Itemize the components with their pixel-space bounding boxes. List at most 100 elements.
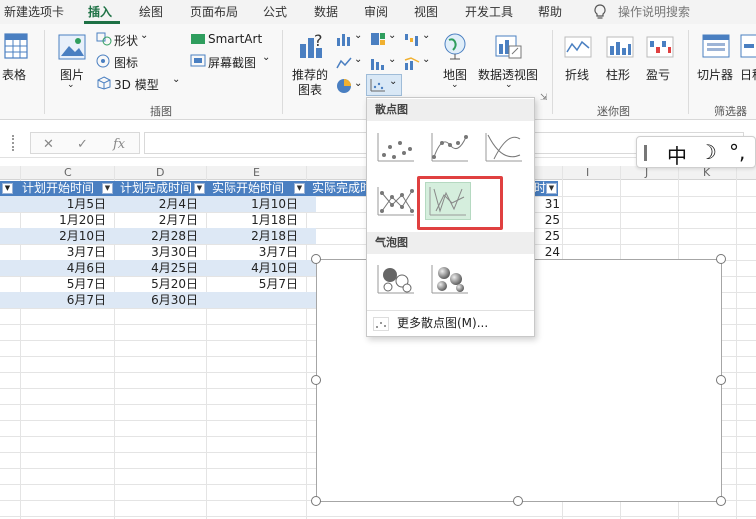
tell-me-search[interactable]: 操作说明搜索 <box>618 3 690 21</box>
scatter-chart-button[interactable]: ⌄ <box>366 74 402 96</box>
ime-drag-handle[interactable] <box>644 145 647 161</box>
hierarchy-chart-icon[interactable] <box>370 32 386 46</box>
table-cell[interactable]: 4月10日 <box>206 260 306 276</box>
table-cell[interactable]: 2月18日 <box>206 228 306 244</box>
chevron-down-icon[interactable]: ⌄ <box>451 80 459 90</box>
chevron-down-icon[interactable]: ⌄ <box>505 80 513 90</box>
table-cell[interactable]: 4月25日 <box>114 260 206 276</box>
line-chart-icon[interactable] <box>336 56 352 70</box>
slicer-icon[interactable] <box>702 34 730 58</box>
sparkline-line-button[interactable]: 折线 <box>565 66 589 83</box>
recommended-charts-icon[interactable]: ? <box>298 30 328 62</box>
globe-icon[interactable] <box>443 32 467 60</box>
cancel-icon[interactable]: ✕ <box>43 137 54 152</box>
sparkline-column-icon[interactable] <box>606 36 634 58</box>
chevron-down-icon[interactable]: ⌄ <box>388 30 396 41</box>
scatter-straight-markers-option[interactable] <box>373 182 419 220</box>
chevron-down-icon[interactable]: ⌄ <box>172 74 180 85</box>
enter-icon[interactable]: ✓ <box>77 137 88 152</box>
tab-draw[interactable]: 绘图 <box>139 3 163 21</box>
tab-page-layout[interactable]: 页面布局 <box>190 3 238 21</box>
3d-models-button[interactable]: 3D 模型 <box>114 76 159 93</box>
table-cell[interactable]: 4月6日 <box>20 260 114 276</box>
chevron-down-icon[interactable]: ⌄ <box>354 54 362 65</box>
table-button[interactable]: 表格 <box>2 66 26 83</box>
slicer-button[interactable]: 切片器 <box>697 66 733 83</box>
tab-formulas[interactable]: 公式 <box>263 3 287 21</box>
table-cell[interactable]: 5月7日 <box>20 276 114 292</box>
chevron-down-icon[interactable]: ⌄ <box>388 54 396 65</box>
tab-view[interactable]: 视图 <box>414 3 438 21</box>
tab-review[interactable]: 审阅 <box>364 3 388 21</box>
sparkline-column-button[interactable]: 柱形 <box>606 66 630 83</box>
column-header-i[interactable]: I <box>586 166 589 179</box>
sparkline-winloss-icon[interactable] <box>646 36 674 58</box>
pivot-chart-icon[interactable] <box>495 32 523 60</box>
more-scatter-charts-item[interactable]: 更多散点图(M)... <box>367 312 534 334</box>
table-cell[interactable]: 2月10日 <box>20 228 114 244</box>
duration-cell[interactable]: 24 <box>538 244 562 260</box>
chevron-down-icon[interactable]: ⌄ <box>422 54 430 65</box>
waterfall-chart-icon[interactable] <box>404 32 420 46</box>
sparkline-winloss-button[interactable]: 盈亏 <box>646 66 670 83</box>
resize-handle[interactable] <box>716 375 726 385</box>
filter-dropdown-icon[interactable]: ▼ <box>102 183 113 194</box>
column-header-e[interactable]: E <box>253 166 260 179</box>
moon-icon[interactable]: ☽ <box>699 140 717 164</box>
table-cell[interactable]: 2月7日 <box>114 212 206 228</box>
dialog-launcher-icon[interactable]: ⇲ <box>540 93 548 103</box>
statistic-chart-icon[interactable] <box>370 56 386 70</box>
table-cell[interactable]: 1月5日 <box>20 196 114 212</box>
resize-handle[interactable] <box>311 375 321 385</box>
scatter-smooth-lines-option[interactable] <box>481 128 527 166</box>
recommended-charts-label-2[interactable]: 图表 <box>298 81 322 98</box>
icons-button[interactable]: 图标 <box>114 54 138 71</box>
column-header-d[interactable]: D <box>156 166 164 179</box>
tab-insert[interactable]: 插入 <box>88 3 112 21</box>
filter-dropdown-icon[interactable]: ▼ <box>294 183 305 194</box>
screenshot-button[interactable]: 屏幕截图 <box>208 54 256 71</box>
filter-dropdown-icon[interactable]: ▼ <box>194 183 205 194</box>
table-cell[interactable]: 3月7日 <box>206 244 306 260</box>
resize-handle[interactable] <box>311 254 321 264</box>
table-cell[interactable]: 2月28日 <box>114 228 206 244</box>
sparkline-line-icon[interactable] <box>564 36 592 58</box>
chevron-down-icon[interactable]: ⌄ <box>422 30 430 41</box>
table-cell[interactable]: 1月10日 <box>206 196 306 212</box>
scatter-markers-only-option[interactable] <box>373 128 419 166</box>
table-cell[interactable]: 5月20日 <box>114 276 206 292</box>
table-cell[interactable]: 6月7日 <box>20 292 114 308</box>
chevron-down-icon[interactable]: ⌄ <box>140 30 148 41</box>
duration-cell[interactable]: 25 <box>538 228 562 244</box>
chevron-down-icon[interactable]: ⌄ <box>354 78 362 89</box>
timeline-button[interactable]: 日程 <box>740 66 756 83</box>
tab-data[interactable]: 数据 <box>314 3 338 21</box>
bubble-chart-option[interactable] <box>373 260 419 298</box>
combo-chart-icon[interactable] <box>404 56 420 70</box>
3d-bubble-chart-option[interactable] <box>427 260 473 298</box>
duration-cell[interactable]: 31 <box>538 196 562 212</box>
namebox-resize-handle[interactable] <box>12 135 14 151</box>
table-cell[interactable]: 6月30日 <box>114 292 206 308</box>
shapes-button[interactable]: 形状 <box>114 32 138 49</box>
smartart-button[interactable]: SmartArt <box>208 32 262 46</box>
table-cell[interactable]: 1月18日 <box>206 212 306 228</box>
tab-developer[interactable]: 开发工具 <box>465 3 513 21</box>
insert-function-button[interactable]: fx <box>113 137 125 152</box>
chevron-down-icon[interactable]: ⌄ <box>67 80 75 90</box>
ime-punctuation-toggle[interactable]: °, <box>729 140 745 164</box>
ime-mode-toggle[interactable]: 中 <box>667 140 687 169</box>
table-cell[interactable]: 2月4日 <box>114 196 206 212</box>
table-cell[interactable]: 5月7日 <box>206 276 306 292</box>
resize-handle[interactable] <box>716 254 726 264</box>
table-cell[interactable] <box>206 292 306 308</box>
resize-handle[interactable] <box>513 496 523 506</box>
resize-handle[interactable] <box>311 496 321 506</box>
filter-dropdown-icon[interactable]: ▼ <box>546 183 557 194</box>
resize-handle[interactable] <box>716 496 726 506</box>
scatter-smooth-markers-option[interactable] <box>427 128 473 166</box>
timeline-icon[interactable] <box>740 34 756 58</box>
chevron-down-icon[interactable]: ⌄ <box>262 52 270 63</box>
picture-icon[interactable] <box>58 34 86 60</box>
chevron-down-icon[interactable]: ⌄ <box>354 30 362 41</box>
